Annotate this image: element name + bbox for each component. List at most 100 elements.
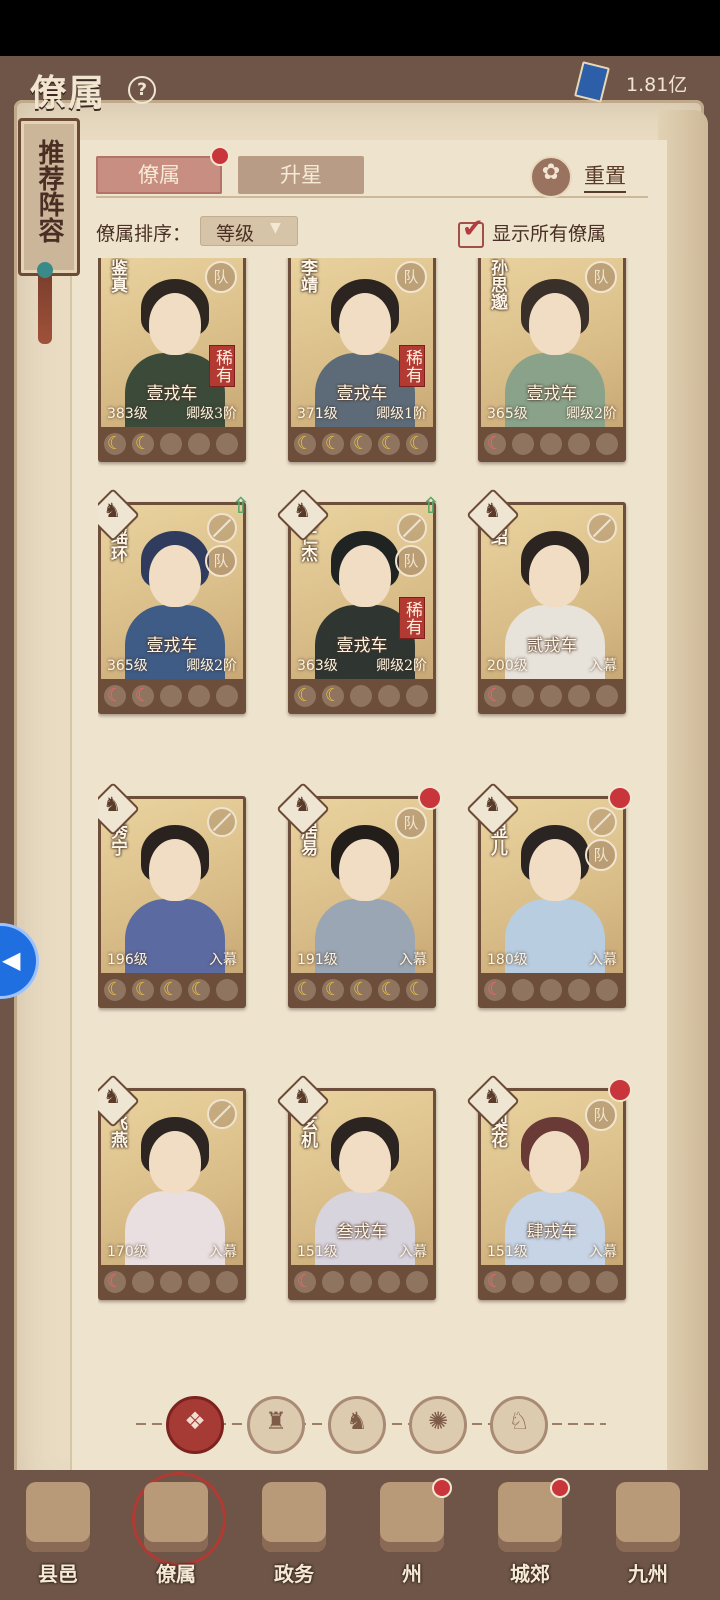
nav-affairs[interactable]: 政务 — [244, 1470, 344, 1600]
civil-faction-icon[interactable]: ♜ — [247, 1396, 305, 1454]
level-label: 151级 — [297, 1244, 338, 1260]
retainer-card[interactable]: 李秀宁196级入幕 — [98, 782, 246, 1008]
nav-town[interactable]: 县邑 — [8, 1470, 108, 1600]
moon-star-icon — [294, 979, 316, 1001]
moon-star-icon — [484, 433, 506, 455]
empty-star-icon — [350, 1271, 372, 1293]
empty-star-icon — [512, 685, 534, 707]
empty-star-icon — [568, 1271, 590, 1293]
moon-star-icon — [294, 1271, 316, 1293]
star-row — [294, 685, 434, 709]
status-bar-area — [0, 0, 720, 56]
retainer-card[interactable]: 鱼玄机叁戎车151级入幕 — [276, 1074, 436, 1300]
moon-star-icon — [322, 685, 344, 707]
face — [149, 293, 201, 355]
moon-star-icon — [160, 979, 182, 1001]
face — [339, 545, 391, 607]
nav-label: 僚属 — [156, 1562, 196, 1586]
nav-map[interactable]: 九州 — [598, 1470, 698, 1600]
team-badge: 队 — [395, 261, 427, 293]
tab-upgrade-star[interactable]: 升星 — [238, 156, 364, 194]
affairs-icon — [262, 1482, 326, 1552]
reset-button[interactable]: 重置 — [530, 156, 650, 198]
face — [339, 293, 391, 355]
civil-faction-icon-glyph: ♜ — [265, 1407, 287, 1435]
page-title: 僚属 — [30, 72, 107, 114]
face — [529, 839, 581, 901]
reset-label: 重置 — [584, 160, 626, 193]
recommend-lineup-tab[interactable]: 推荐阵容 — [18, 118, 80, 276]
empty-star-icon — [540, 1271, 562, 1293]
moon-star-icon — [378, 979, 400, 1001]
star-row — [294, 433, 434, 457]
retainer-grid: 鉴真队稀有壹戎车383级卿级3阶李靖队稀有壹戎车371级卿级1阶孙思邈队壹戎车3… — [98, 258, 638, 1353]
empty-star-icon — [406, 1271, 428, 1293]
all-icon-glyph: ❖ — [184, 1407, 206, 1435]
chariot-rank: 贰戎车 — [526, 636, 578, 656]
empty-star-icon — [188, 1271, 210, 1293]
moon-star-icon — [132, 685, 154, 707]
currency-value: 1.81亿 — [626, 74, 688, 96]
town-icon — [26, 1482, 90, 1552]
moon-star-icon — [484, 685, 506, 707]
nav-retainers[interactable]: 僚属 — [126, 1470, 226, 1600]
moon-star-icon — [406, 979, 428, 1001]
moon-star-icon — [378, 433, 400, 455]
team-badge: 队 — [205, 545, 237, 577]
nav-label: 城郊 — [510, 1562, 550, 1586]
retainer-card[interactable]: 白居易队191级入幕 — [276, 782, 442, 1008]
show-all-toggle[interactable]: 显示所有僚属 — [458, 214, 638, 250]
face — [339, 839, 391, 901]
nav-suburb[interactable]: 城郊 — [480, 1470, 580, 1600]
nav-label: 政务 — [274, 1562, 314, 1586]
moon-star-icon — [104, 1271, 126, 1293]
sort-dropdown[interactable]: 等级 ▼ — [200, 216, 298, 246]
empty-star-icon — [512, 979, 534, 1001]
retainer-card[interactable]: 狄仁杰队稀有壹戎车363级卿级2阶⇧ — [276, 488, 440, 714]
empty-star-icon — [596, 685, 618, 707]
team-badge: 队 — [585, 261, 617, 293]
star-row — [294, 1271, 434, 1295]
fan-faction-icon[interactable]: ✺ — [409, 1396, 467, 1454]
restriction-icon — [587, 807, 617, 837]
chariot-rank: 壹戎车 — [146, 636, 198, 656]
empty-star-icon — [512, 1271, 534, 1293]
team-badge: 队 — [205, 261, 237, 293]
retainer-card[interactable]: 赵飞燕170级入幕 — [98, 1074, 246, 1300]
empty-star-icon — [188, 433, 210, 455]
grade-label: 入幕 — [209, 1244, 237, 1260]
retainer-card[interactable]: 樊梨花队肆戎车151级入幕 — [466, 1074, 632, 1300]
tab-retainers[interactable]: 僚属 — [96, 156, 222, 194]
grade-label: 入幕 — [209, 952, 237, 968]
mount-faction-icon[interactable]: ♘ — [490, 1396, 548, 1454]
chariot-rank: 叁戎车 — [336, 1222, 388, 1242]
empty-star-icon — [568, 433, 590, 455]
horse-faction-icon[interactable]: ♞ — [328, 1396, 386, 1454]
retainer-card[interactable]: 孙思邈 队壹戎车 365级 卿级2阶 — [478, 258, 626, 462]
moon-star-icon — [132, 433, 154, 455]
level-label: 365级 — [107, 658, 148, 674]
retainer-card[interactable]: 谢瑶环队壹戎车365级卿级2阶⇧ — [98, 488, 250, 714]
nav-prefecture[interactable]: 州 — [362, 1470, 462, 1600]
checkbox[interactable] — [458, 214, 484, 248]
retainer-card[interactable]: 李靖队稀有 壹戎车 371级 卿级1阶 — [288, 258, 436, 462]
moon-star-icon — [350, 979, 372, 1001]
retainer-card[interactable]: 柴绍贰戎车200级入幕 — [466, 488, 626, 714]
face — [149, 1131, 201, 1193]
empty-star-icon — [540, 685, 562, 707]
currency-display: 1.81亿 — [574, 60, 720, 104]
empty-star-icon — [160, 685, 182, 707]
retainer-card[interactable]: 苏显儿队180级入幕 — [466, 782, 632, 1008]
book-icon — [574, 61, 610, 103]
moon-star-icon — [104, 685, 126, 707]
moon-star-icon — [406, 433, 428, 455]
question-icon[interactable]: ? — [128, 76, 156, 104]
moon-star-icon — [484, 979, 506, 1001]
horse-faction-icon-glyph: ♞ — [346, 1407, 368, 1435]
all-icon[interactable]: ❖ — [166, 1396, 224, 1454]
restriction-icon — [207, 807, 237, 837]
retainer-card[interactable]: 鉴真队稀有 壹戎车 383级 卿级3阶 — [98, 258, 246, 462]
empty-star-icon — [378, 1271, 400, 1293]
face — [149, 545, 201, 607]
level-label: 200级 — [487, 658, 528, 674]
